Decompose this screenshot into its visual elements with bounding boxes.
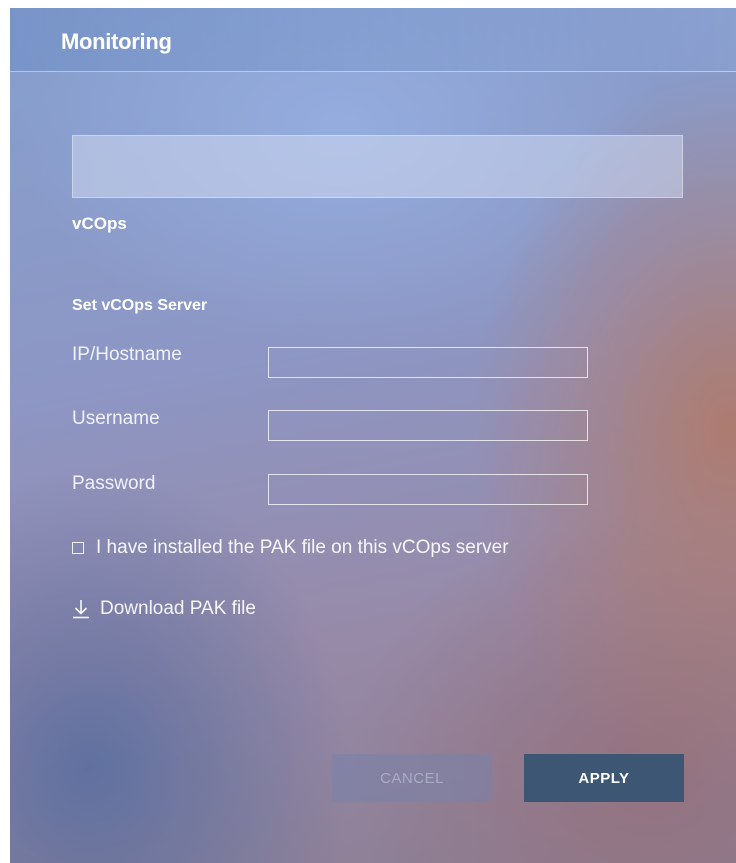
username-input[interactable] [268, 410, 588, 441]
download-pak-link[interactable]: Download PAK file [72, 596, 256, 622]
download-icon [72, 599, 90, 619]
password-label: Password [72, 473, 156, 494]
checkbox-icon[interactable] [72, 542, 84, 554]
section-heading: vCOps [72, 214, 127, 233]
password-input[interactable] [268, 474, 588, 505]
ip-hostname-input[interactable] [268, 347, 588, 378]
pak-installed-label: I have installed the PAK file on this vC… [96, 537, 509, 558]
download-pak-label: Download PAK file [100, 598, 256, 619]
monitoring-dialog: Monitoring vCOps Set vCOps Server IP/Hos… [10, 8, 736, 863]
banner-placeholder [72, 135, 683, 198]
ip-hostname-label: IP/Hostname [72, 344, 182, 365]
dialog-header: Monitoring [10, 8, 736, 72]
cancel-button[interactable]: CANCEL [332, 754, 492, 802]
dialog-title: Monitoring [61, 29, 172, 54]
server-settings-heading: Set vCOps Server [72, 297, 208, 314]
pak-installed-checkbox[interactable]: I have installed the PAK file on this vC… [72, 536, 509, 560]
apply-button[interactable]: APPLY [524, 754, 684, 802]
username-label: Username [72, 408, 160, 429]
